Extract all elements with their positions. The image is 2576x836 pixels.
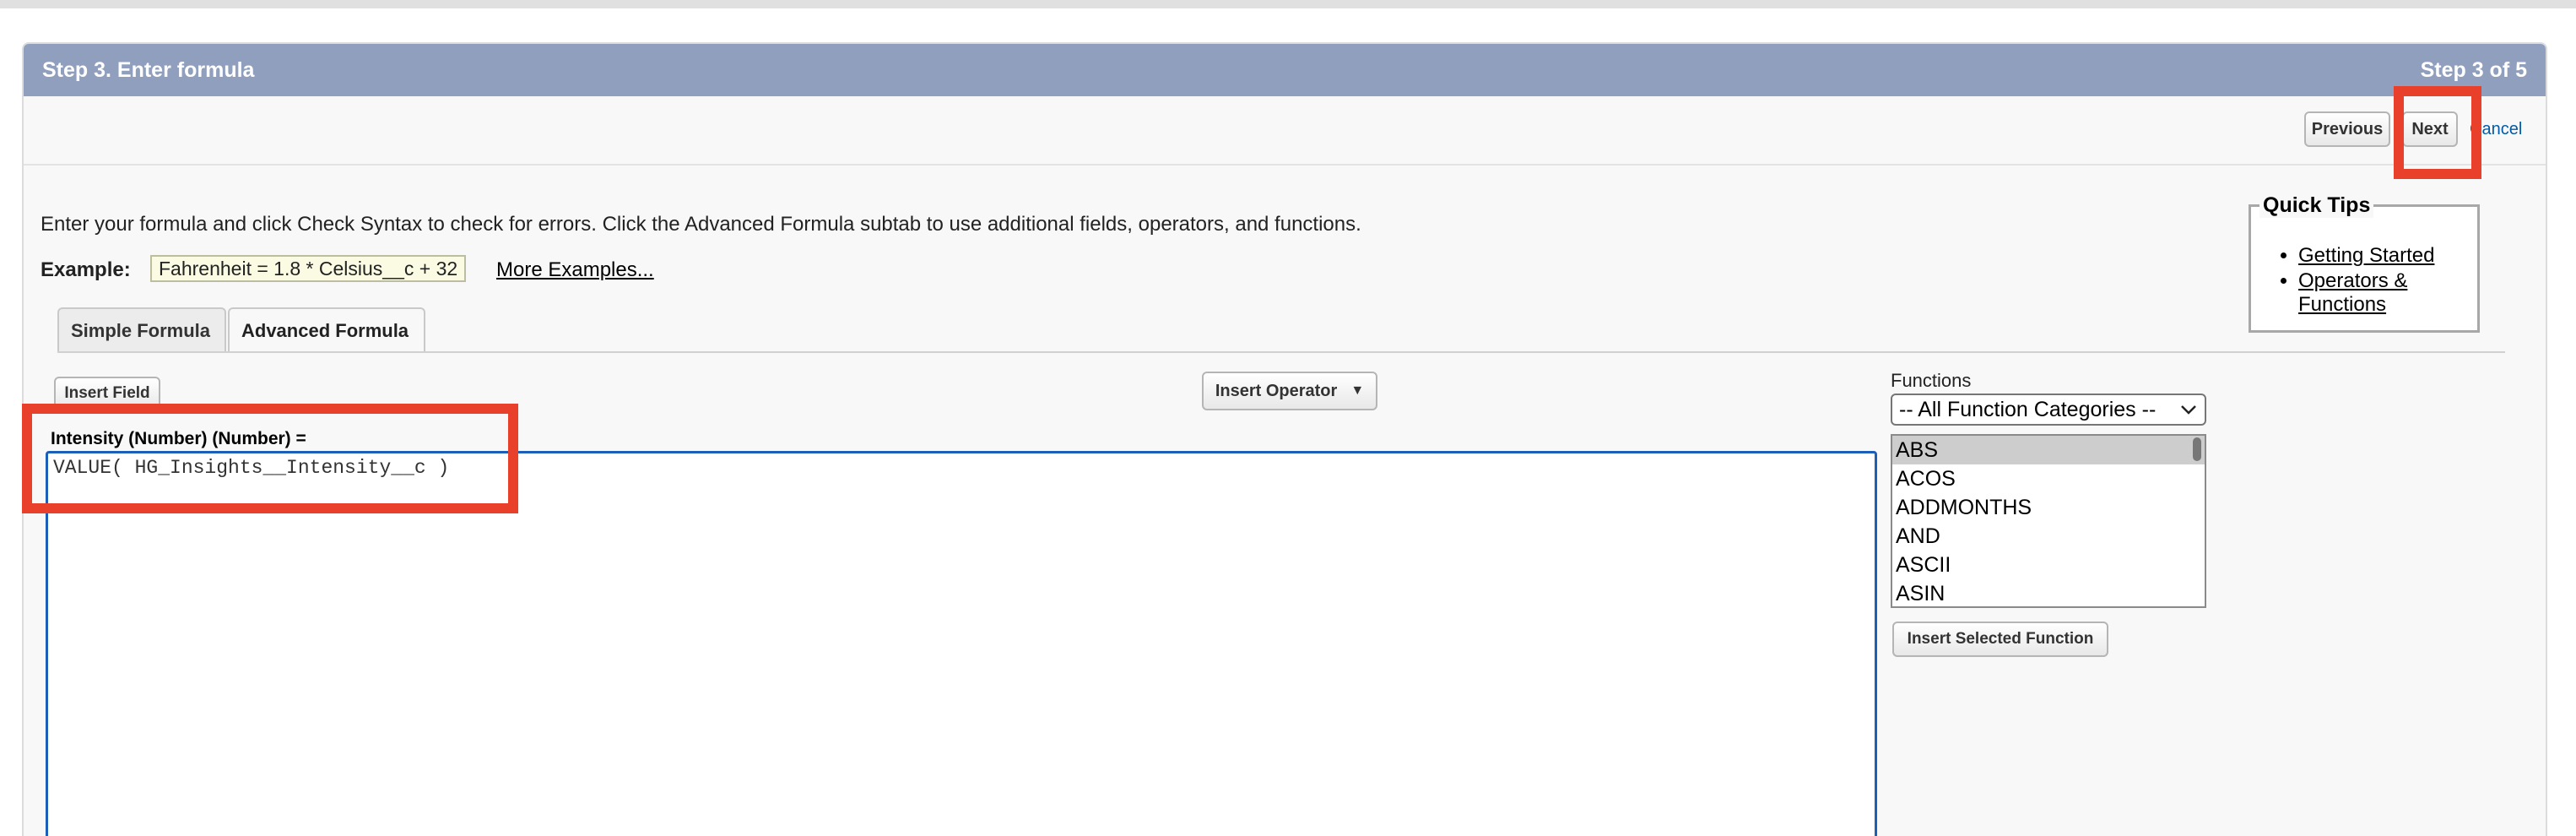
insert-selected-function-button[interactable]: Insert Selected Function [1892, 622, 2108, 657]
step-counter: Step 3 of 5 [2420, 57, 2527, 82]
dropdown-arrow-icon: ▼ [1350, 383, 1365, 398]
functions-label: Functions [1891, 370, 1972, 391]
quick-tip-item: Operators & Functions [2298, 269, 2477, 317]
chevron-down-icon [2181, 405, 2196, 415]
functions-listbox[interactable]: ABS ACOS ADDMONTHS AND ASCII ASIN [1891, 434, 2206, 608]
tab-simple-formula[interactable]: Simple Formula [57, 307, 226, 353]
instructions-text: Enter your formula and click Check Synta… [41, 213, 1361, 236]
function-option-ascii[interactable]: ASCII [1892, 551, 2205, 579]
cancel-link[interactable]: Cancel [2470, 120, 2522, 139]
tab-advanced-formula[interactable]: Advanced Formula [228, 307, 425, 353]
function-category-value: -- All Function Categories -- [1899, 397, 2157, 421]
getting-started-link[interactable]: Getting Started [2298, 244, 2434, 267]
formula-editor[interactable]: VALUE( HG_Insights__Intensity__c ) [46, 451, 1877, 836]
example-label: Example: [41, 258, 131, 281]
next-button[interactable]: Next [2402, 111, 2458, 147]
step-header: Step 3. Enter formula Step 3 of 5 [24, 44, 2546, 96]
insert-operator-button[interactable]: Insert Operator ▼ [1202, 372, 1377, 410]
quick-tips-list: Getting Started Operators & Functions [2298, 244, 2477, 318]
page-background: Step 3. Enter formula Step 3 of 5 Previo… [0, 8, 2576, 836]
example-formula: Fahrenheit = 1.8 * Celsius__c + 32 [150, 255, 467, 282]
operators-functions-link[interactable]: Operators & Functions [2298, 269, 2407, 316]
quick-tip-item: Getting Started [2298, 244, 2477, 268]
formula-field-label: Intensity (Number) (Number) = [51, 429, 306, 448]
function-option-acos[interactable]: ACOS [1892, 464, 2205, 493]
step-title: Step 3. Enter formula [42, 57, 255, 82]
function-option-asin[interactable]: ASIN [1892, 579, 2205, 606]
more-examples-link[interactable]: More Examples... [496, 258, 654, 282]
function-option-and[interactable]: AND [1892, 522, 2205, 551]
listbox-scrollbar[interactable] [2193, 437, 2201, 461]
insert-field-button[interactable]: Insert Field [54, 377, 160, 410]
insert-operator-label: Insert Operator [1215, 381, 1338, 400]
function-option-addmonths[interactable]: ADDMONTHS [1892, 493, 2205, 522]
tab-divider [57, 351, 2505, 353]
function-category-select[interactable]: -- All Function Categories -- [1891, 394, 2206, 426]
previous-button[interactable]: Previous [2304, 111, 2390, 147]
quick-tips-title: Quick Tips [2259, 193, 2374, 218]
function-option-abs[interactable]: ABS [1892, 436, 2205, 464]
wizard-nav-bar: Previous Next Cancel [24, 96, 2546, 166]
formula-wizard-panel: Step 3. Enter formula Step 3 of 5 Previo… [22, 42, 2547, 836]
quick-tips-box: Quick Tips Getting Started Operators & F… [2249, 193, 2480, 333]
